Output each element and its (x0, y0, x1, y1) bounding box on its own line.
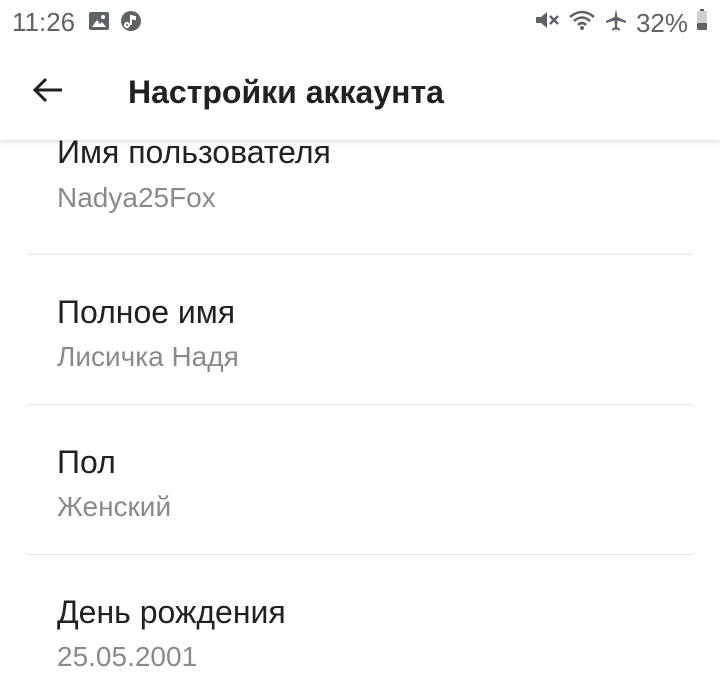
field-label: Полное имя (57, 294, 236, 330)
field-label: День рождения (57, 594, 286, 630)
airplane-icon (604, 8, 628, 37)
notification-icons (88, 10, 142, 37)
field-value: 25.05.2001 (57, 641, 198, 672)
wifi-icon (568, 9, 596, 36)
system-icons: 32% (534, 8, 708, 37)
mute-icon (534, 9, 560, 36)
gender-field[interactable]: Пол Женский (0, 405, 720, 555)
field-value: Женский (57, 491, 172, 522)
music-note-icon (120, 10, 142, 37)
status-bar: 11:26 32% (0, 0, 720, 44)
account-settings-screen: 11:26 32% Настройки аккаунта Имя пользов… (0, 0, 720, 676)
status-time: 11:26 (12, 7, 76, 37)
app-bar: Настройки аккаунта (0, 44, 720, 140)
battery-icon (696, 9, 708, 36)
arrow-back-icon (32, 76, 64, 109)
birthday-field[interactable]: День рождения 25.05.2001 (0, 555, 720, 676)
field-value: Лисичка Надя (57, 341, 239, 372)
field-label: Пол (57, 444, 116, 480)
battery-percent: 32% (635, 7, 688, 38)
back-button[interactable] (20, 66, 76, 118)
full-name-field[interactable]: Полное имя Лисичка Надя (0, 255, 720, 405)
page-title: Настройки аккаунта (128, 74, 444, 110)
image-icon (88, 11, 110, 36)
field-value: Nadya25Fox (57, 182, 216, 213)
